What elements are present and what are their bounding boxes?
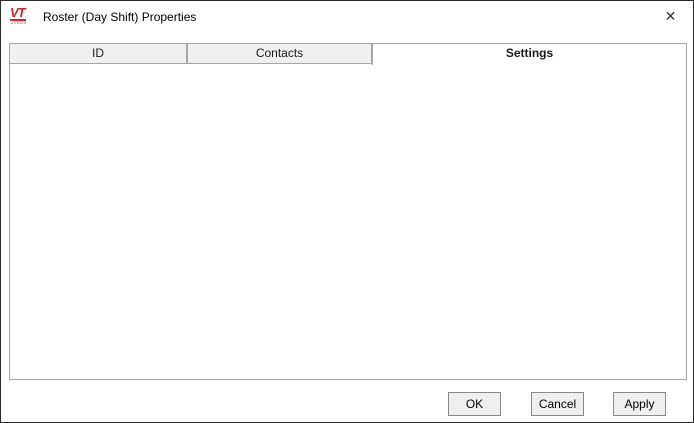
apply-button[interactable]: Apply	[613, 392, 666, 416]
title-bar: VT Scada Roster (Day Shift) Properties ✕	[1, 1, 693, 32]
ok-button[interactable]: OK	[448, 392, 501, 416]
logo-main-text: VT	[10, 7, 26, 21]
cancel-button[interactable]: Cancel	[531, 392, 584, 416]
window-title: Roster (Day Shift) Properties	[43, 10, 196, 24]
logo-sub-text: Scada	[10, 21, 40, 26]
vtscada-logo-icon: VT Scada	[10, 6, 40, 26]
tab-contacts[interactable]: Contacts	[187, 43, 372, 64]
settings-panel	[9, 63, 687, 380]
tab-id[interactable]: ID	[9, 43, 187, 64]
close-icon[interactable]: ✕	[648, 1, 693, 31]
tab-settings[interactable]: Settings	[372, 43, 687, 65]
roster-properties-dialog: VT Scada Roster (Day Shift) Properties ✕…	[0, 0, 694, 423]
